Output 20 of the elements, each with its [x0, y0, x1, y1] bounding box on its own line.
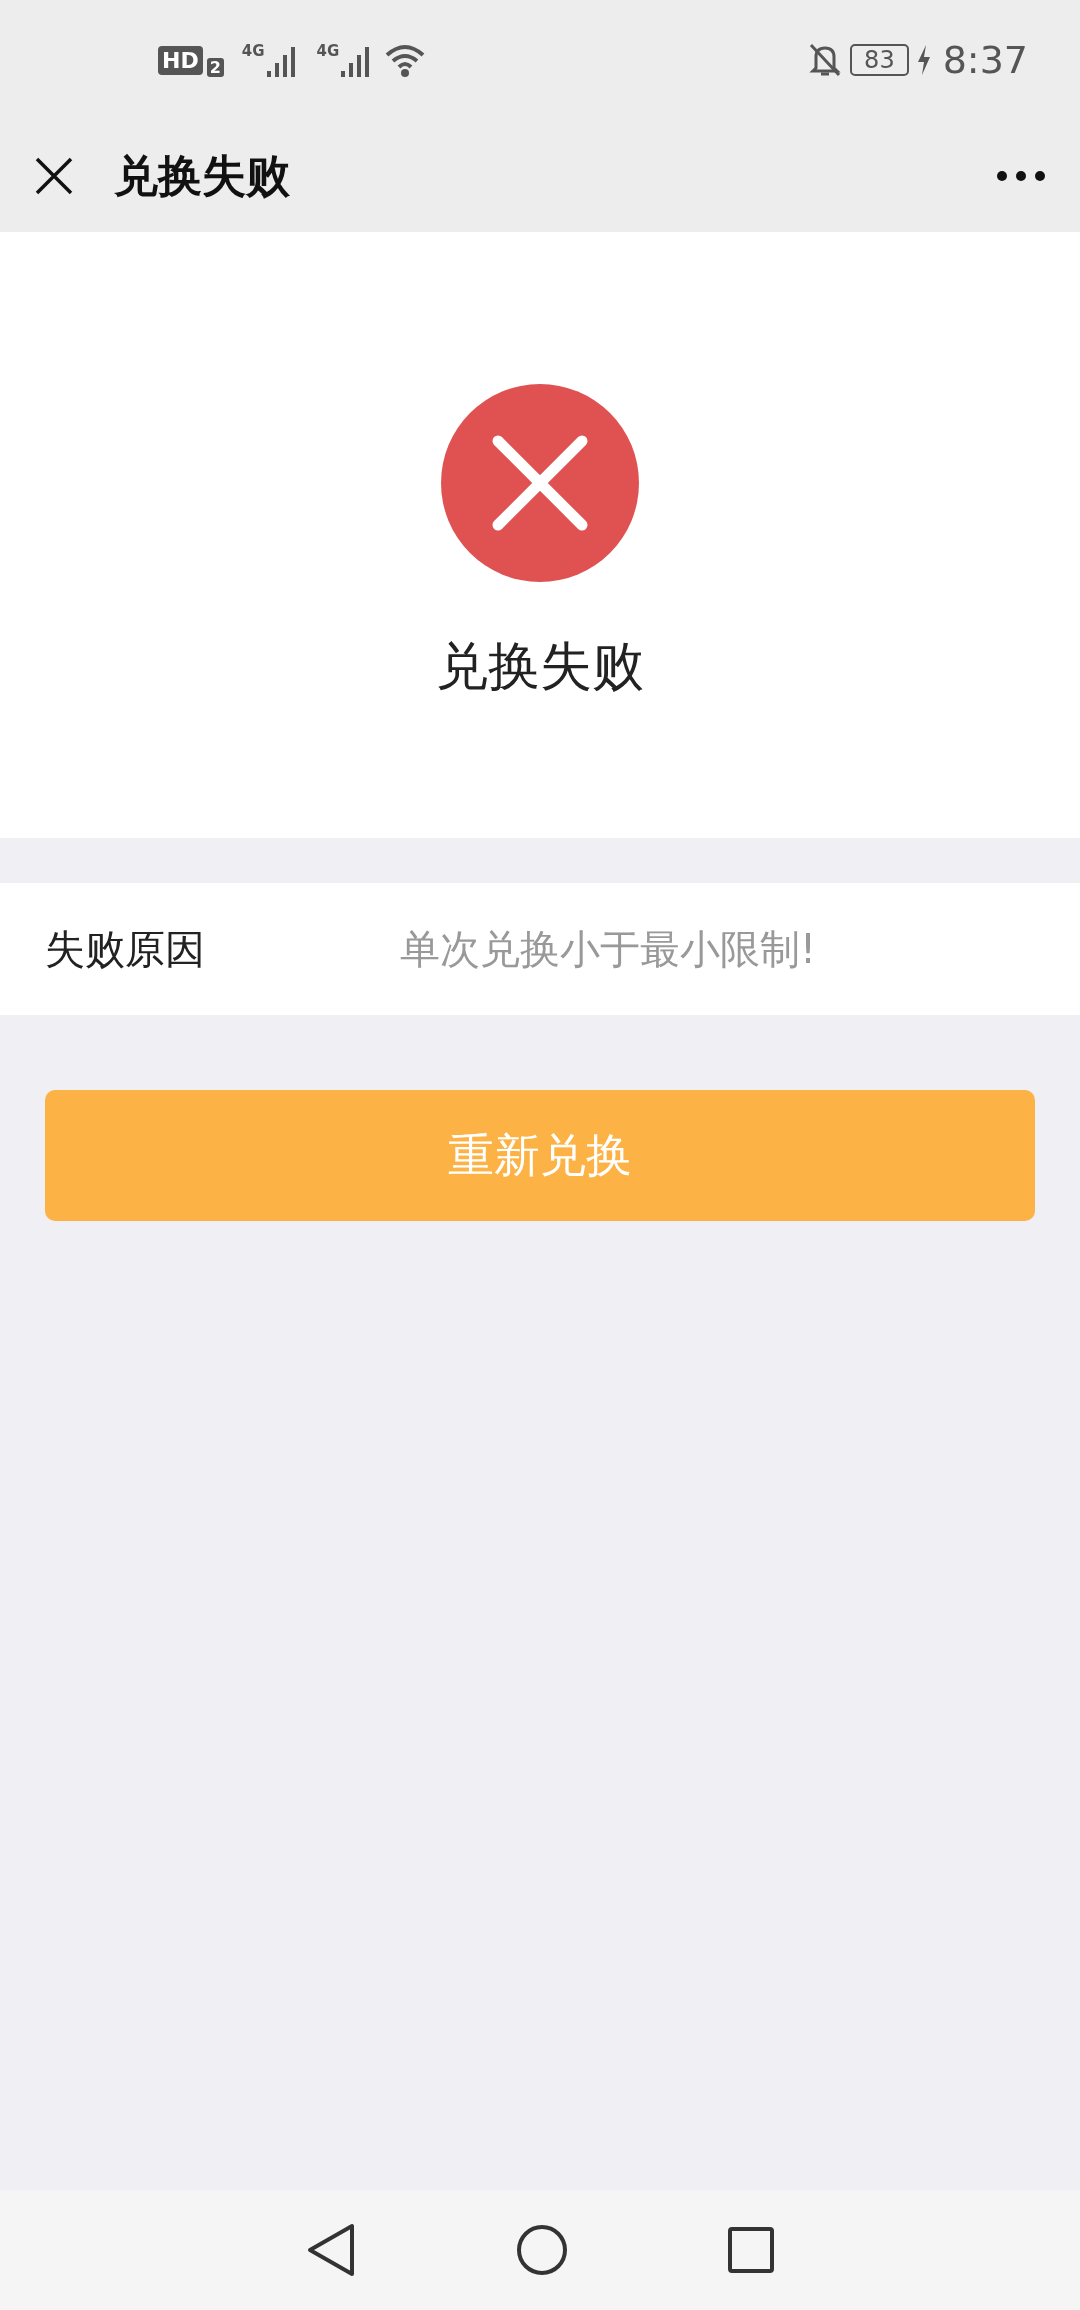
- detail-value: 单次兑换小于最小限制!: [400, 924, 817, 974]
- retry-button[interactable]: 重新兑换: [45, 1090, 1035, 1221]
- wifi-icon: [385, 43, 426, 77]
- page-title: 兑换失败: [114, 148, 290, 203]
- home-icon[interactable]: [516, 2224, 568, 2276]
- network-label: 4G: [241, 42, 265, 60]
- clock-time: 8:37: [942, 38, 1028, 82]
- sim-badge: 2: [206, 57, 224, 77]
- error-icon: [441, 384, 639, 582]
- result-message: 兑换失败: [436, 635, 644, 698]
- close-icon[interactable]: [34, 156, 74, 196]
- more-icon[interactable]: [996, 170, 1046, 182]
- charging-icon: [916, 45, 931, 75]
- bell-muted-icon: [808, 42, 843, 78]
- network-label: 4G: [316, 42, 340, 60]
- battery-level: 83: [850, 44, 909, 76]
- detail-label: 失败原因: [45, 924, 206, 974]
- back-icon[interactable]: [306, 2223, 356, 2277]
- recents-icon[interactable]: [728, 2227, 774, 2273]
- hd-badge: HD: [158, 45, 203, 75]
